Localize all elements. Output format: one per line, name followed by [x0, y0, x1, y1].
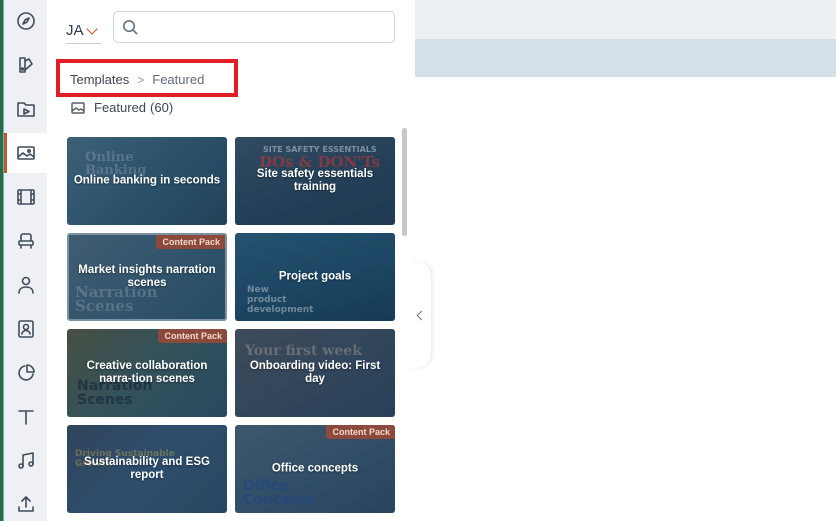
icon-rail	[4, 0, 47, 521]
template-title: Office concepts	[271, 462, 359, 475]
rail-explore-button[interactable]	[4, 1, 47, 41]
folder-name: Featured	[94, 100, 147, 115]
workspace-initials: JA	[66, 21, 84, 39]
top-bar	[415, 0, 836, 39]
rail-projects-button[interactable]	[4, 89, 47, 129]
rail-brand-button[interactable]	[4, 45, 47, 85]
template-card[interactable]: New product development Project goals	[235, 233, 395, 321]
search-input[interactable]	[113, 11, 395, 43]
rail-text-button[interactable]	[4, 397, 47, 437]
folder-count: (60)	[150, 100, 174, 115]
template-title: Project goals	[278, 270, 352, 283]
template-title: Online banking in seconds	[73, 174, 221, 187]
rail-templates-button[interactable]	[4, 133, 47, 173]
chair-icon	[17, 233, 34, 249]
content-pack-badge: Content Pack	[158, 329, 227, 343]
scrollbar-thumb[interactable]	[402, 128, 407, 236]
rail-upload-button[interactable]	[4, 484, 47, 521]
workspace-selector[interactable]: JA	[66, 17, 101, 44]
rail-characters-button[interactable]	[4, 309, 47, 349]
chevron-left-icon	[416, 310, 427, 320]
template-title: Sustainability and ESG report	[84, 456, 210, 481]
app-root: JA Templates > Featured Featured (60) On…	[0, 0, 836, 521]
template-card[interactable]: Narration Scenes Content Pack Market insi…	[67, 233, 227, 321]
rail-charts-button[interactable]	[4, 353, 47, 393]
image-icon	[71, 101, 85, 114]
compass-icon	[16, 12, 35, 30]
template-title: Market insights narration scenes	[78, 264, 216, 289]
rail-avatars-button[interactable]	[4, 265, 47, 305]
template-card[interactable]: Driving Sustainable Growth Sustainability…	[67, 425, 227, 513]
pie-chart-icon	[17, 364, 35, 381]
breadcrumb: Templates > Featured	[70, 72, 204, 87]
content-pack-badge: Content Pack	[156, 235, 225, 249]
template-title: Onboarding video: First day	[249, 360, 381, 385]
contact-icon	[17, 320, 34, 338]
rail-scenes-button[interactable]	[4, 177, 47, 217]
template-card[interactable]: SITE SAFETY ESSENTIALS DOs & DON'Ts Site…	[235, 137, 395, 225]
chevron-down-icon	[85, 22, 98, 35]
collapse-panel-button[interactable]	[409, 262, 431, 368]
search-icon	[123, 20, 138, 35]
rail-music-button[interactable]	[4, 441, 47, 481]
template-card[interactable]: Your first week Onboarding video: First …	[235, 329, 395, 417]
video-folder-icon	[16, 102, 35, 117]
film-icon	[16, 189, 35, 205]
rail-objects-button[interactable]	[4, 221, 47, 261]
breadcrumb-separator: >	[137, 72, 145, 87]
templates-panel: JA Templates > Featured Featured (60) On…	[47, 0, 415, 521]
breadcrumb-current: Featured	[152, 72, 205, 87]
person-icon	[17, 276, 34, 294]
template-card[interactable]: Online Banking Online banking in seconds	[67, 137, 227, 225]
text-icon	[17, 410, 34, 425]
template-card[interactable]: Office Concepts Content Pack Office conce…	[235, 425, 395, 513]
editor-canvas[interactable]	[415, 77, 836, 521]
toolbar-strip	[415, 39, 836, 77]
content-pack-badge: Content Pack	[326, 425, 395, 439]
upload-icon	[17, 496, 34, 512]
folder-header: Featured (60)	[71, 100, 173, 115]
template-title: Site safety essentials training	[256, 168, 374, 193]
brush-icon	[18, 57, 33, 73]
breadcrumb-templates-link[interactable]: Templates	[70, 72, 129, 87]
image-icon	[16, 146, 35, 160]
template-title: Creative collaboration narra-tion scenes	[86, 360, 208, 385]
music-icon	[17, 452, 34, 469]
template-card[interactable]: Narration Scenes Content Pack Creative co…	[67, 329, 227, 417]
